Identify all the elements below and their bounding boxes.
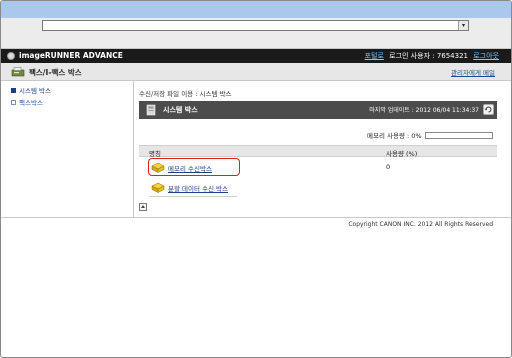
panel-header: 시스템 박스 마지막 업데이트 : 2012 06/04 11:34:37 [139,101,497,119]
box-folder-icon [151,162,165,173]
table-row: 분할 데이터 수신 박스 [139,177,497,197]
sidebar-item-fax-box[interactable]: 팩스박스 [11,97,43,107]
page-title: 팩스/I-팩스 박스 [29,68,82,77]
arrow-up-icon [141,205,145,208]
memory-usage-label: 메모리 사용량 : 0% [367,132,422,140]
bullet-icon [11,99,16,105]
back-to-top-icon[interactable] [139,203,147,211]
last-update-text: 마지막 업데이트 : 2012 06/04 11:34:37 [369,107,479,114]
refresh-icon[interactable] [483,104,494,115]
brand-name: imageRUNNER ADVANCE [19,51,123,60]
canon-logo-icon [7,52,15,60]
sidebar-item-label: 시스템 박스 [19,87,51,95]
table-row: 메모리 수신박스 0 [139,157,497,177]
logged-in-user: 로그인 사용자 : 7654321 [389,52,468,60]
sidebar-item-system-box[interactable]: 시스템 박스 [11,85,51,95]
sidebar-item-label: 팩스박스 [19,99,43,107]
logout-link[interactable]: 로그아웃 [473,52,499,60]
mail-admin-link[interactable]: 관리자에게 메일 [451,67,495,77]
row-divider [149,196,237,197]
browser-window: ▾ imageRUNNER ADVANCE 포털로 로그인 사용자 : 7654… [0,0,512,358]
page-header: 팩스/I-팩스 박스 관리자에게 메일 [1,63,511,81]
footer-divider [1,217,511,218]
sidebar: 시스템 박스 팩스박스 [1,81,134,217]
address-bar[interactable]: ▾ [42,20,469,31]
system-box-icon [146,104,156,116]
copyright-text: Copyright CANON INC. 2012 All Rights Res… [348,221,493,228]
table-header: 명칭 사용량 (%) [139,145,497,158]
main-content: 수신/저장 파일 이용 : 시스템 박스 시스템 박스 마지막 업데이트 : 2… [135,81,511,217]
browser-titlebar [1,1,511,18]
fax-machine-icon [11,67,25,77]
memory-usage: 메모리 사용량 : 0% [367,130,493,140]
app-header-bar: imageRUNNER ADVANCE 포털로 로그인 사용자 : 765432… [1,49,511,63]
portal-link[interactable]: 포털로 [365,52,384,60]
box-folder-icon [151,182,165,193]
memory-inbox-link[interactable]: 메모리 수신박스 [168,163,212,173]
split-data-inbox-link[interactable]: 분할 데이터 수신 박스 [168,183,228,193]
user-area: 포털로 로그인 사용자 : 7654321 로그아웃 [365,51,499,61]
memory-inbox-usage: 0 [386,163,391,171]
breadcrumb: 수신/저장 파일 이용 : 시스템 박스 [139,90,232,98]
memory-usage-bar [424,131,493,139]
active-bullet-icon [11,87,16,93]
panel-title: 시스템 박스 [163,106,198,114]
address-dropdown-icon[interactable]: ▾ [458,21,468,30]
